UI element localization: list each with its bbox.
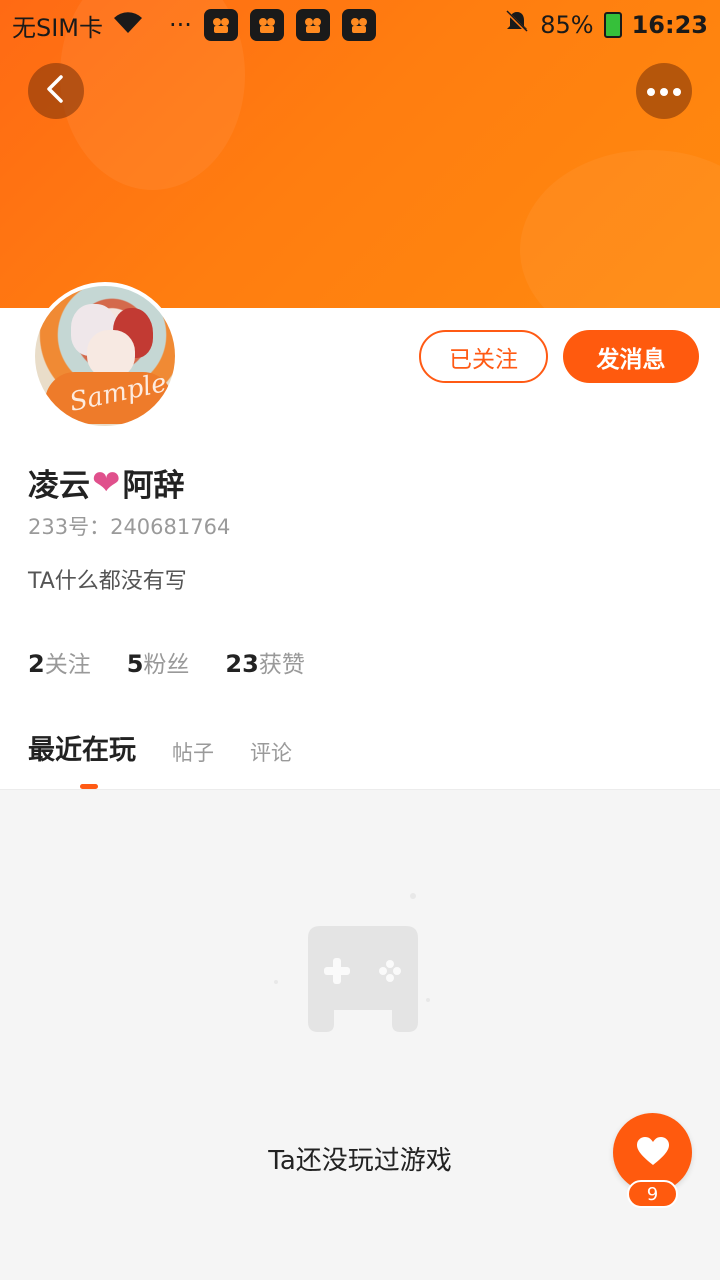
- app-notification-icon: [249, 9, 284, 41]
- stat-label: 粉丝: [143, 652, 190, 678]
- battery-percent: 85%: [540, 11, 594, 39]
- stat-label: 关注: [44, 652, 91, 678]
- heart-icon: ❤: [92, 462, 121, 503]
- clock-time: 16:23: [631, 11, 708, 39]
- wifi-icon: [111, 9, 145, 41]
- gamepad-icon: [268, 880, 438, 1040]
- heart-icon: [635, 1135, 671, 1171]
- app-notification-icon: [295, 9, 330, 41]
- app-notification-icon: [203, 9, 238, 41]
- status-bar: 无SIM卡 ··· 85% 16:23: [0, 0, 720, 50]
- avatar[interactable]: Sample: [31, 282, 179, 430]
- overflow-indicator: ···: [169, 11, 192, 39]
- stat-following[interactable]: 2关注: [28, 645, 91, 679]
- back-button[interactable]: [28, 63, 84, 119]
- tab-recently-played[interactable]: 最近在玩: [28, 728, 136, 771]
- stat-number: 5: [126, 650, 144, 678]
- send-message-button[interactable]: 发消息: [563, 330, 699, 383]
- stat-likes[interactable]: 23获赞: [225, 645, 304, 679]
- stat-number: 2: [28, 650, 45, 678]
- app-notification-icon: [341, 9, 376, 41]
- chevron-left-icon: [44, 74, 68, 108]
- stat-number: 23: [225, 650, 259, 678]
- carrier-text: 无SIM卡: [12, 13, 104, 42]
- divider: [0, 789, 720, 790]
- more-options-button[interactable]: [636, 63, 692, 119]
- user-id: 233号：240681764: [28, 515, 231, 539]
- user-bio: TA什么都没有写: [28, 569, 187, 594]
- mute-bell-icon: [504, 9, 530, 41]
- avatar-art: [87, 330, 135, 378]
- following-button[interactable]: 已关注: [419, 330, 548, 383]
- empty-state-text: Ta还没玩过游戏: [268, 1146, 452, 1176]
- tab-comments[interactable]: 评论: [250, 737, 292, 771]
- stat-label: 获赞: [258, 652, 305, 678]
- battery-icon: [603, 12, 622, 38]
- user-name-part: 阿辞: [122, 468, 185, 504]
- like-count-badge: 9: [627, 1180, 678, 1208]
- tab-posts[interactable]: 帖子: [172, 737, 214, 771]
- stat-followers[interactable]: 5粉丝: [127, 645, 190, 679]
- banner-decoration: [520, 150, 720, 308]
- more-dots-icon: [646, 82, 682, 101]
- user-name-part: 凌云: [28, 468, 90, 504]
- user-name: 凌云 ❤ 阿辞: [28, 460, 185, 505]
- profile-tabs: 最近在玩 帖子 评论: [28, 728, 292, 771]
- profile-stats: 2关注 5粉丝 23获赞: [28, 645, 305, 679]
